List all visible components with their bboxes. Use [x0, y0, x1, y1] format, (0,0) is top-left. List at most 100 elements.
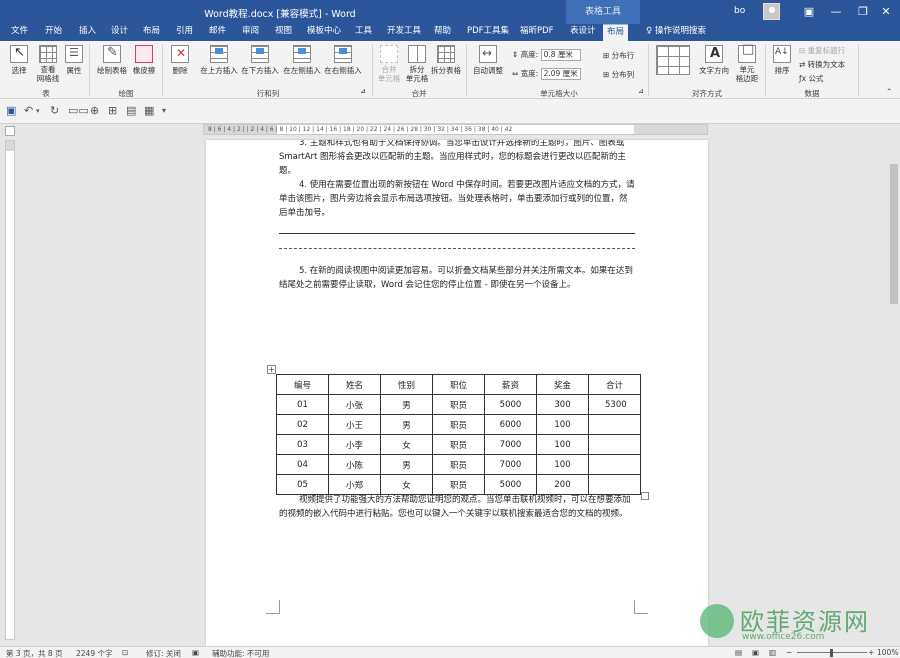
table-cell[interactable]: 7000 [484, 454, 537, 475]
table-cell[interactable]: 小李 [328, 434, 381, 455]
tab-table-design[interactable]: 表设计 [566, 24, 600, 41]
dialog-launcher-icon[interactable]: ⊿ [638, 87, 644, 95]
header-cell[interactable]: 合计 [588, 374, 641, 395]
table-cell[interactable] [588, 434, 641, 455]
row-height-input[interactable]: 0.8 厘米 [540, 49, 581, 61]
accessibility-status[interactable]: 辅助功能: 不可用 [212, 648, 269, 658]
column-width-control[interactable]: ⇔ 宽度: 2.09 厘米 [512, 68, 581, 80]
table-cell[interactable]: 5000 [484, 394, 537, 415]
distribute-rows-button[interactable]: ⊞ 分布行 [603, 50, 634, 61]
word-count[interactable]: 2249 个字 [76, 648, 112, 658]
tab-mailings[interactable]: 邮件 [205, 24, 230, 41]
clipboard-icon[interactable]: ▤ [126, 104, 136, 117]
tab-tools[interactable]: 工具 [351, 24, 376, 41]
table-cell[interactable]: 职员 [432, 394, 485, 415]
split-cells-button[interactable]: 拆分 单元格 [404, 45, 430, 83]
tab-references[interactable]: 引用 [172, 24, 197, 41]
table-cell[interactable]: 100 [536, 414, 589, 435]
tab-table-layout[interactable]: 布局 [603, 24, 629, 41]
tab-view[interactable]: 视图 [271, 24, 296, 41]
header-cell[interactable]: 职位 [432, 374, 485, 395]
table-cell[interactable] [588, 454, 641, 475]
tab-layout[interactable]: 布局 [139, 24, 164, 41]
data-table[interactable]: 编号 姓名 性别 职位 薪资 奖金 合计 01 小张 男 职员 5000 300… [276, 374, 641, 495]
view-gridlines-button[interactable]: 查看 网格线 [33, 45, 63, 83]
delete-button[interactable]: 删除 [169, 45, 191, 76]
undo-dropdown-icon[interactable]: ▾ [36, 107, 40, 115]
distribute-cols-button[interactable]: ⊞ 分布列 [603, 69, 634, 80]
properties-button[interactable]: 属性 [64, 45, 84, 76]
find-icon[interactable]: ⊕ [90, 104, 99, 117]
macro-icon[interactable]: ▣ [192, 648, 199, 657]
table-cell[interactable]: 5300 [588, 394, 641, 415]
dialog-launcher-icon[interactable]: ⊿ [360, 87, 366, 95]
table-cell[interactable] [588, 414, 641, 435]
tab-help[interactable]: 帮助 [430, 24, 455, 41]
table-cell[interactable]: 职员 [432, 434, 485, 455]
table-cell[interactable]: 小王 [328, 414, 381, 435]
zoom-in-button[interactable]: + [868, 648, 874, 657]
alignment-grid[interactable] [652, 45, 694, 77]
table-cell[interactable]: 男 [380, 394, 433, 415]
repeat-header-button[interactable]: ⊟ 重复标题行 [799, 45, 845, 56]
vertical-scrollbar[interactable] [888, 124, 900, 646]
select-button[interactable]: 选择 [8, 45, 30, 76]
tab-file[interactable]: 文件 [7, 24, 32, 41]
table-cell[interactable]: 200 [536, 474, 589, 495]
minimize-button[interactable]: — [822, 0, 850, 24]
vertical-ruler[interactable] [5, 140, 15, 640]
table-cell[interactable]: 02 [276, 414, 329, 435]
sort-button[interactable]: 排序 [771, 45, 793, 76]
tab-developer[interactable]: 开发工具 [383, 24, 425, 41]
zoom-out-button[interactable]: − [786, 648, 792, 657]
table-cell[interactable]: 05 [276, 474, 329, 495]
page-count[interactable]: 第 3 页，共 8 页 [6, 648, 63, 658]
table-cell[interactable]: 7000 [484, 434, 537, 455]
table-move-handle-icon[interactable]: + [267, 365, 276, 374]
table-cell[interactable]: 职员 [432, 414, 485, 435]
undo-icon[interactable]: ↶ [24, 104, 33, 117]
table-cell[interactable]: 男 [380, 414, 433, 435]
ribbon-display-icon[interactable]: ▣ [795, 0, 823, 24]
user-name[interactable]: bo [734, 6, 745, 16]
redo-icon[interactable]: ↻ [50, 104, 59, 117]
close-button[interactable]: ✕ [872, 0, 900, 24]
insert-right-button[interactable]: 在右侧插入 [323, 45, 363, 76]
table-cell[interactable]: 03 [276, 434, 329, 455]
tab-selector[interactable] [5, 126, 15, 136]
paragraph-video[interactable]: 视频提供了功能强大的方法帮助您证明您的观点。当您单击联机视频时，可以在想要添加的… [279, 493, 635, 521]
zoom-level[interactable]: 100% [877, 648, 898, 657]
paragraph-4[interactable]: 4. 使用在需要位置出现的新按钮在 Word 中保存时间。若要更改图片适应文档的… [279, 178, 635, 220]
table-icon[interactable]: ⊞ [108, 104, 117, 117]
paragraph-3[interactable]: 3. 主题和样式也有助于文档保持协调。当您单击设计并选择新的主题时，图片、图表或… [279, 140, 635, 178]
table-cell[interactable]: 04 [276, 454, 329, 475]
merge-cells-button[interactable]: 合并 单元格 [376, 45, 402, 83]
tab-home[interactable]: 开始 [41, 24, 66, 41]
horizontal-ruler[interactable]: 8 | 6 | 4 | 2 | | 2 | 4 | 6 | 8 | 10 | 1… [203, 124, 708, 135]
tab-insert[interactable]: 插入 [75, 24, 100, 41]
table-cell[interactable]: 职员 [432, 454, 485, 475]
autofit-button[interactable]: 自动调整 [472, 45, 504, 76]
collapse-ribbon-icon[interactable]: ⌃ [886, 87, 892, 96]
formula-button[interactable]: ƒx 公式 [799, 73, 823, 84]
table-cell[interactable]: 6000 [484, 414, 537, 435]
table-resize-handle[interactable] [641, 492, 649, 500]
tab-foxit-pdf[interactable]: 福昕PDF [516, 24, 558, 41]
table-cell[interactable]: 300 [536, 394, 589, 415]
read-mode-icon[interactable]: ▤ [735, 648, 742, 657]
paragraph-5[interactable]: 5. 在新的阅读视图中阅读更加容易。可以折叠文档某些部分并关注所需文本。如果在达… [279, 264, 635, 292]
proofing-icon[interactable]: ⊡ [122, 648, 128, 657]
row-height-control[interactable]: ⇕ 高度: 0.8 厘米 [512, 49, 581, 61]
table-cell[interactable]: 男 [380, 454, 433, 475]
save-icon[interactable]: ▣ [6, 104, 16, 117]
avatar[interactable] [763, 3, 780, 20]
split-table-button[interactable]: 拆分表格 [431, 45, 461, 76]
document-page[interactable]: 3. 主题和样式也有助于文档保持协调。当您单击设计并选择新的主题时，图片、图表或… [206, 140, 708, 647]
print-layout-icon[interactable]: ▣ [752, 648, 759, 657]
cell-margins-button[interactable]: 单元 格边距 [732, 45, 762, 83]
scrollbar-thumb[interactable] [890, 164, 898, 304]
insert-left-button[interactable]: 在左侧插入 [282, 45, 322, 76]
text-direction-button[interactable]: 文字方向 [697, 45, 731, 76]
print-preview-icon[interactable]: ▭▭ [68, 104, 89, 117]
insert-above-button[interactable]: 在上方插入 [199, 45, 239, 76]
